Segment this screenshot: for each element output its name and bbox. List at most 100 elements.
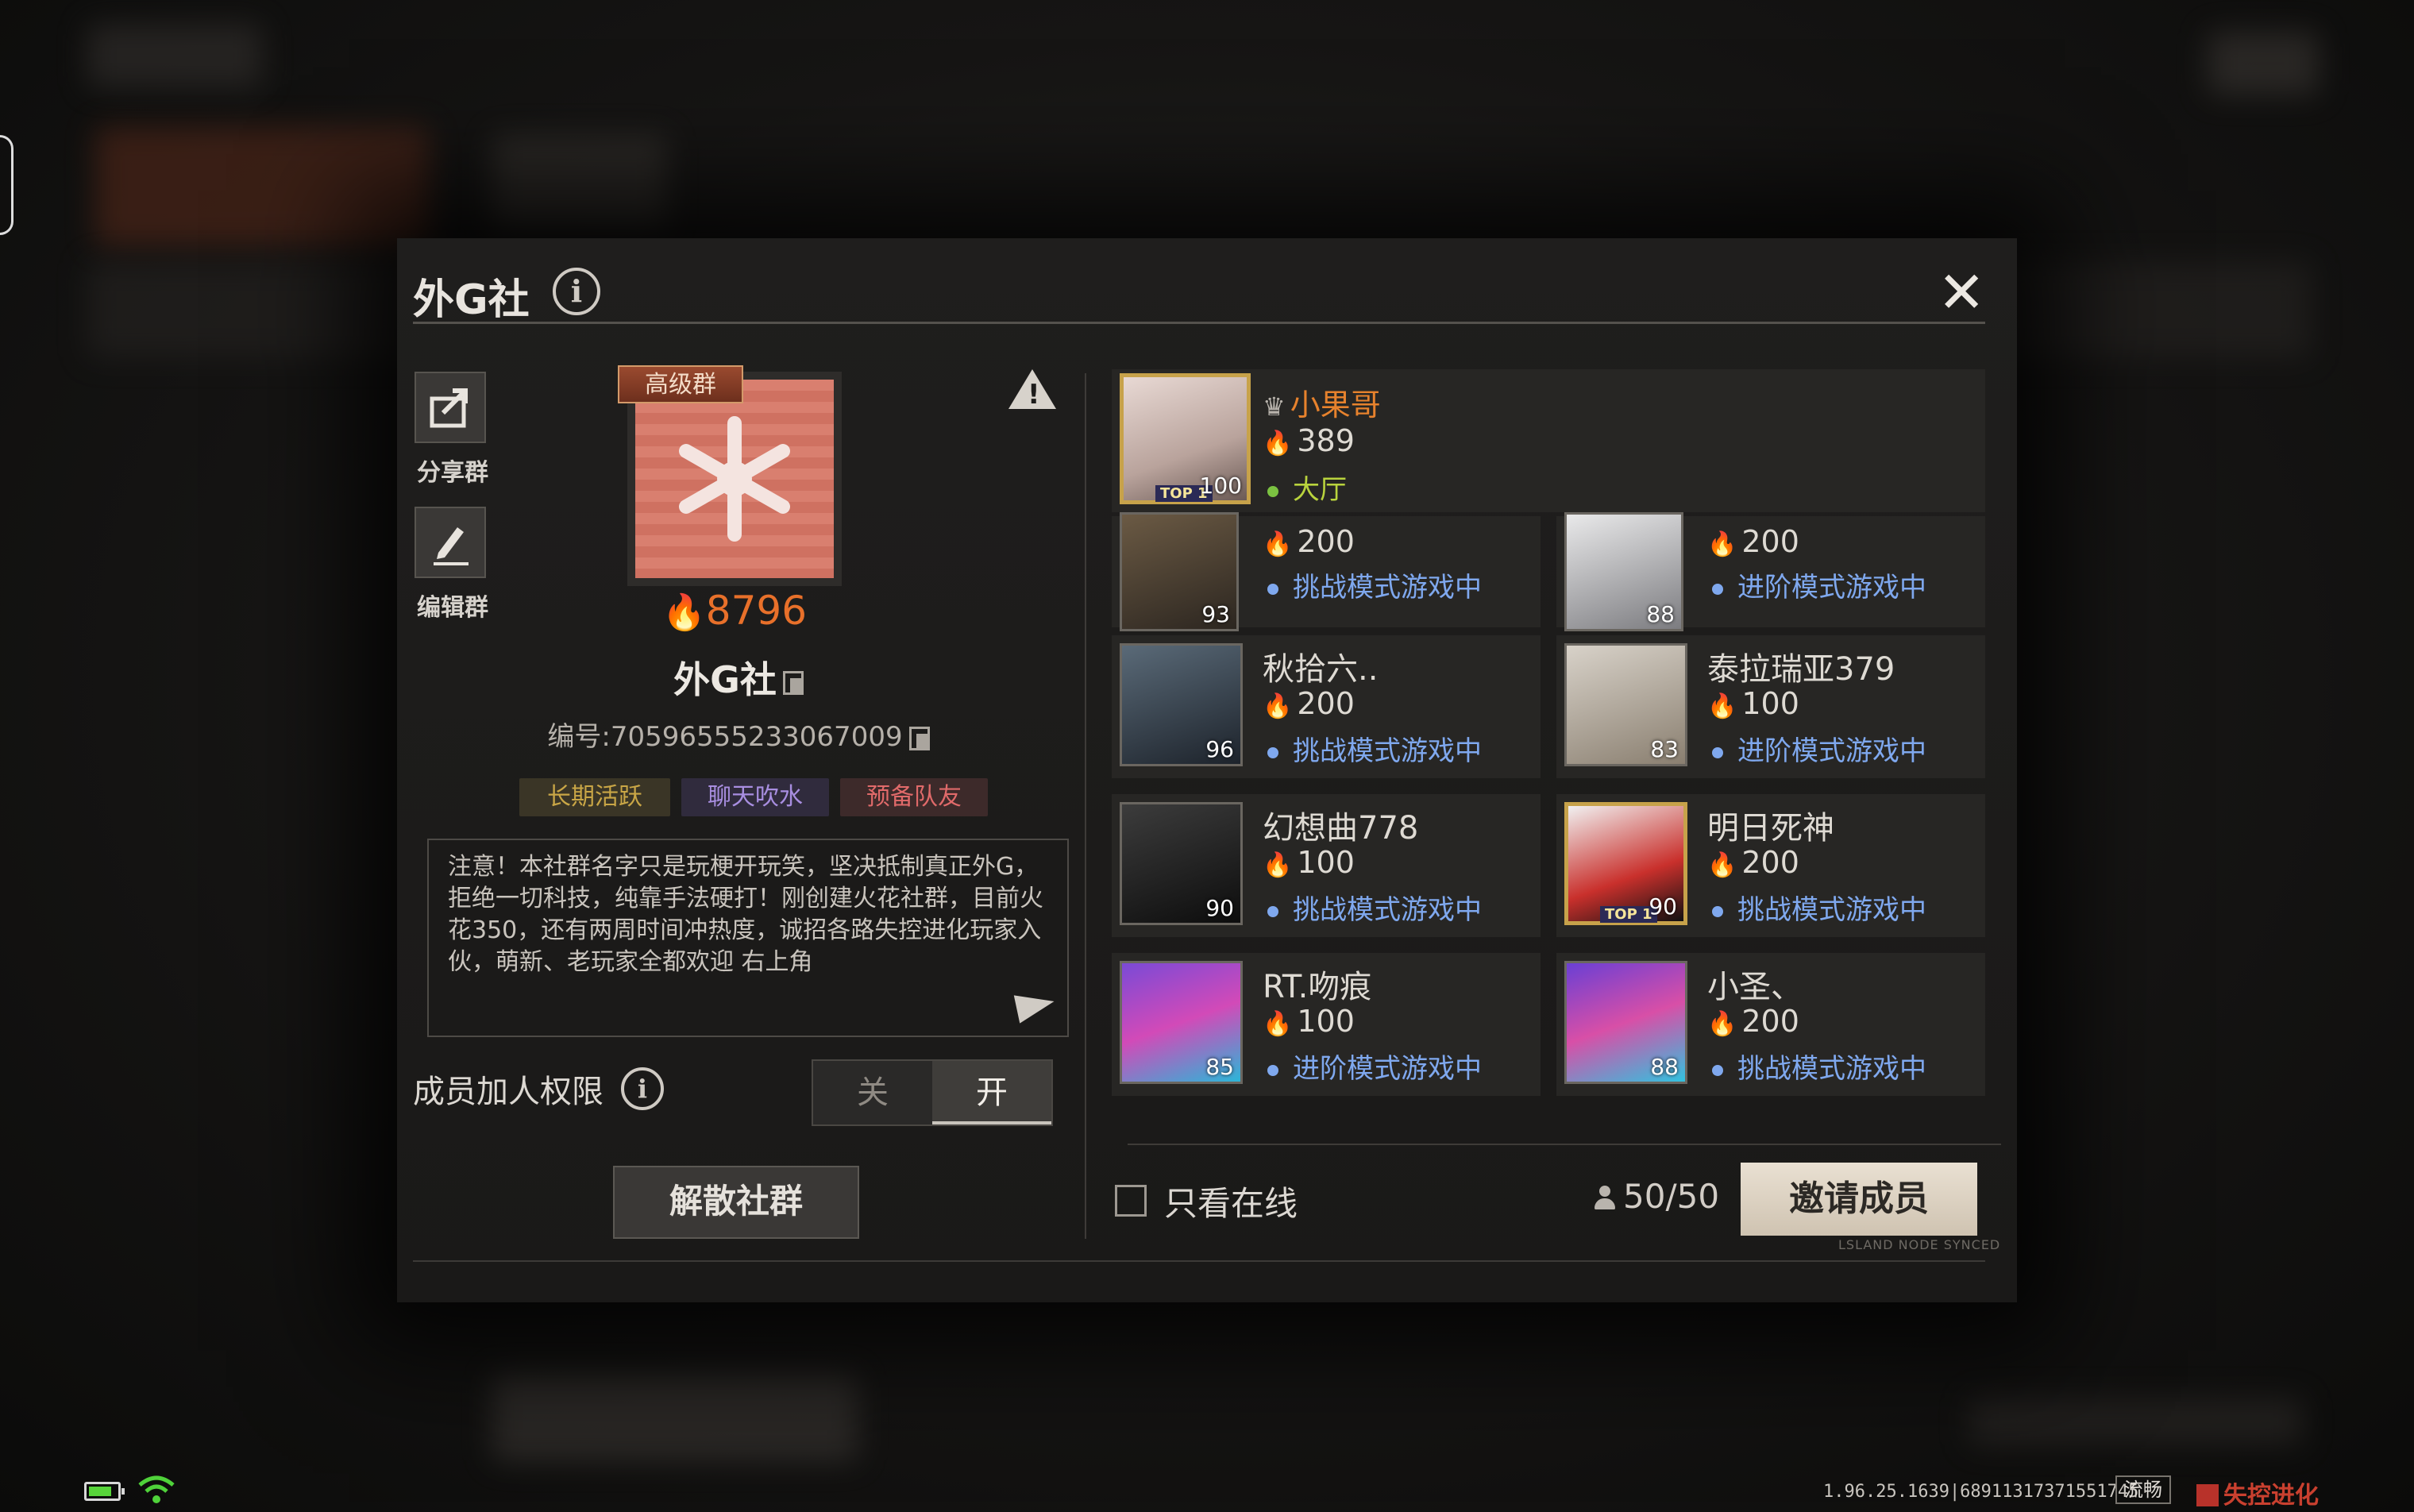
member-level: 90 [1205,895,1234,921]
copy-icon[interactable] [782,670,804,695]
member-heat-value: 200 [1741,1004,1799,1039]
member-status: 进阶模式游戏中 [1712,565,1926,604]
online-only-label[interactable]: 只看在线 [1164,1177,1298,1225]
member-status-text: 挑战模式游戏中 [1737,894,1926,926]
member-card[interactable]: 85 RT.吻痕 🔥 100 进阶模式游戏中 [1112,953,1541,1096]
invite-members-button[interactable]: 邀请成员 [1741,1163,1977,1236]
member-level: 88 [1646,601,1675,627]
disband-group-button[interactable]: 解散社群 [613,1166,859,1239]
list-divider [1128,1144,2001,1145]
owner-name: ♛ 小果哥 [1263,380,1381,424]
member-status-text: 进阶模式游戏中 [1737,572,1926,604]
member-card[interactable]: 90 幻想曲778 🔥 100 挑战模式游戏中 [1112,794,1541,937]
member-level: 88 [1650,1054,1679,1080]
member-status-text: 挑战模式游戏中 [1737,1053,1926,1085]
info-icon[interactable]: i [553,268,600,315]
owner-card[interactable]: TOP 1 100 ♛ 小果哥 🔥 389 大厅 [1112,369,1985,512]
member-status-text: 挑战模式游戏中 [1293,894,1482,926]
group-id: 编号:70596555233067009 [516,715,961,754]
owner-name-text: 小果哥 [1290,388,1381,422]
status-dot [1712,583,1723,595]
bottom-ruler [413,1260,1985,1262]
background-footer-blur [1969,1398,2303,1445]
member-card[interactable]: TOP 1 90 明日死神 🔥 200 挑战模式游戏中 [1556,794,1985,937]
group-avatar[interactable] [635,380,834,578]
member-avatar[interactable]: 88 [1564,512,1683,631]
member-card[interactable]: 88 小圣、 🔥 200 挑战模式游戏中 [1556,953,1985,1096]
report-warning-icon[interactable]: ! [1008,369,1056,411]
member-avatar[interactable]: 93 [1120,512,1239,631]
edge-tab[interactable] [0,135,13,235]
online-only-checkbox[interactable] [1115,1185,1147,1217]
member-heat-value: 100 [1741,686,1799,721]
member-card[interactable]: 83 泰拉瑞亚379 🔥 100 进阶模式游戏中 [1556,635,1985,778]
member-name: 秋拾六.. [1263,651,1379,688]
logo-text: 失控进化 [2223,1482,2319,1510]
owner-status: 大厅 [1267,468,1347,507]
member-heat-value: 200 [1741,524,1799,559]
status-dot [1712,905,1723,917]
member-card[interactable]: 88 🔥 200 进阶模式游戏中 [1556,512,1985,631]
group-heat: 🔥8796 [635,588,834,634]
member-heat-value: 200 [1741,845,1799,880]
status-dot [1267,1064,1278,1076]
member-avatar[interactable]: 90 [1120,802,1243,925]
group-notice-text: 注意！本社群名字只是玩梗开玩笑，坚决抵制真正外G，拒绝一切科技，纯靠手法硬打！刚… [448,853,1043,976]
member-card[interactable]: 93 🔥 200 挑战模式游戏中 [1112,512,1541,631]
member-avatar[interactable]: 85 [1120,961,1243,1084]
group-notice[interactable]: 注意！本社群名字只是玩梗开玩笑，坚决抵制真正外G，拒绝一切科技，纯靠手法硬打！刚… [427,839,1069,1037]
group-name: 外G社 [580,651,897,704]
member-status-text: 挑战模式游戏中 [1293,572,1482,604]
title-divider [413,322,1985,324]
member-avatar[interactable]: 88 [1564,961,1687,1084]
permission-toggle[interactable]: 关 开 [812,1059,1053,1126]
member-heat-value: 200 [1297,686,1355,721]
member-name: 泰拉瑞亚379 [1707,651,1895,688]
battery-icon [84,1482,125,1501]
flame-icon: 🔥 [1263,430,1293,457]
person-icon [1593,1186,1617,1209]
copy-id-icon[interactable] [908,726,930,750]
member-status-text: 进阶模式游戏中 [1293,1053,1482,1085]
member-heat: 🔥 200 [1263,524,1355,559]
member-avatar[interactable]: TOP 1 90 [1564,802,1687,925]
owner-heat: 🔥 389 [1263,423,1355,458]
status-dot [1267,905,1278,917]
member-status: 挑战模式游戏中 [1712,888,1926,927]
background-tab-blur [95,127,429,246]
background-corner-blur [2208,32,2319,95]
background-button-blur [492,1374,858,1461]
owner-avatar[interactable]: TOP 1 100 [1120,373,1251,504]
permission-info-icon[interactable]: i [621,1067,664,1110]
flame-icon: 🔥 [1707,851,1737,879]
share-icon [430,388,468,428]
member-heat: 🔥 100 [1263,845,1355,880]
member-avatar[interactable]: 96 [1120,643,1243,766]
member-status: 挑战模式游戏中 [1267,888,1482,927]
premium-group-badge: 高级群 [618,365,743,403]
member-status: 挑战模式游戏中 [1267,565,1482,604]
member-name: 小圣、 [1707,969,1803,1005]
share-group-button[interactable] [415,372,486,443]
toggle-off[interactable]: 关 [813,1061,932,1124]
flame-icon: 🔥 [1707,530,1737,558]
member-level: 93 [1201,601,1230,627]
group-heat-value: 8796 [705,588,808,634]
share-group-label: 分享群 [417,459,488,487]
member-status-text: 进阶模式游戏中 [1737,735,1926,767]
member-status: 进阶模式游戏中 [1712,729,1926,768]
member-card[interactable]: 96 秋拾六.. 🔥 200 挑战模式游戏中 [1112,635,1541,778]
flame-icon: 🔥 [1263,851,1293,879]
logo-mark-icon [2196,1484,2219,1506]
member-count-text: 50/50 [1623,1177,1720,1216]
dialog-title: 外G社 [413,276,530,324]
member-avatar[interactable]: 83 [1564,643,1687,766]
edit-group-button[interactable] [415,507,486,578]
member-level: 96 [1205,736,1234,762]
version-text: 1.96.25.1639|68911317371551745 [1823,1482,2139,1502]
tag-teammate: 预备队友 [840,778,988,816]
toggle-on[interactable]: 开 [932,1061,1051,1124]
flame-icon: 🔥 [1263,530,1293,558]
close-button[interactable]: ✕ [1938,264,1985,321]
synced-text: LSLAND NODE SYNCED [1838,1237,2001,1252]
